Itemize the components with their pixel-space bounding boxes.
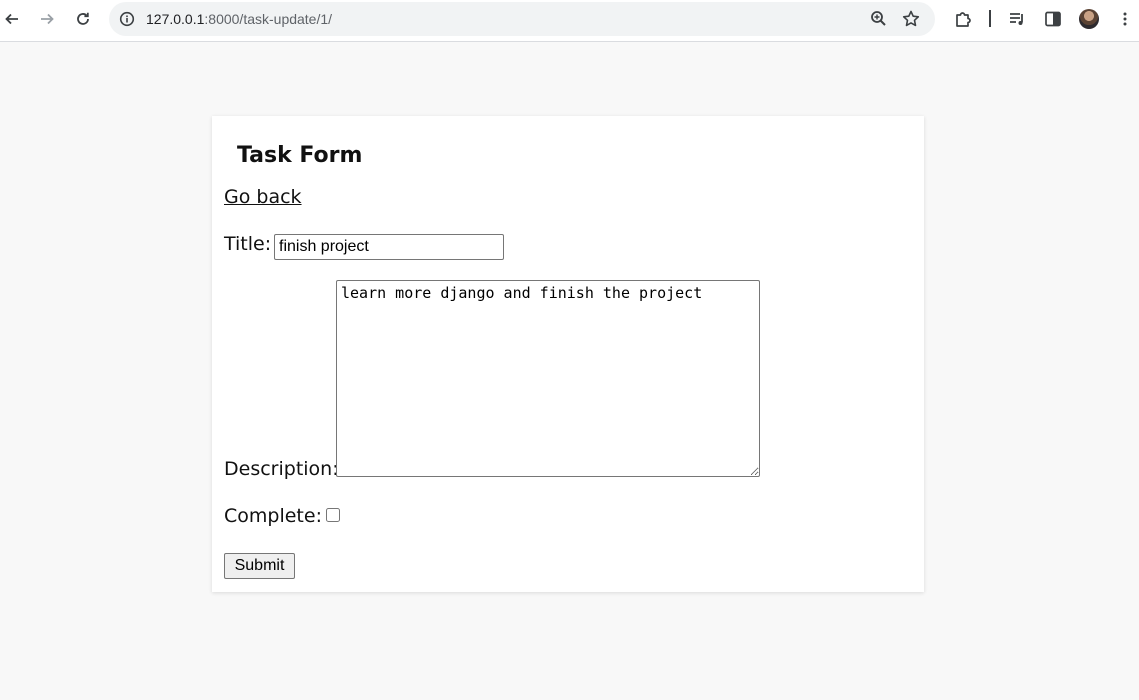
submit-button[interactable]: Submit bbox=[224, 553, 295, 579]
site-info-button[interactable] bbox=[117, 9, 137, 29]
side-panel-icon bbox=[1045, 11, 1061, 27]
description-textarea[interactable]: learn more django and finish the project bbox=[336, 280, 760, 477]
complete-label: Complete: bbox=[224, 505, 322, 527]
browser-toolbar: 127.0.0.1:8000/task-update/1/ bbox=[0, 0, 1139, 42]
profile-avatar[interactable] bbox=[1079, 9, 1099, 29]
url-text: 127.0.0.1:8000/task-update/1/ bbox=[146, 11, 332, 27]
menu-button[interactable] bbox=[1113, 7, 1137, 31]
toolbar-separator bbox=[989, 10, 991, 27]
arrow-left-icon bbox=[5, 13, 18, 25]
zoom-button[interactable] bbox=[869, 9, 889, 33]
media-control-button[interactable] bbox=[1005, 7, 1029, 31]
side-panel-button[interactable] bbox=[1041, 7, 1065, 31]
url-host: 127.0.0.1 bbox=[146, 11, 205, 27]
info-icon bbox=[119, 11, 135, 27]
title-input[interactable] bbox=[274, 234, 504, 260]
task-form-card: Task Form Go back Title: Description: le… bbox=[212, 116, 924, 592]
bookmark-button[interactable] bbox=[901, 9, 921, 33]
title-label: Title: bbox=[224, 233, 272, 255]
forward-button[interactable] bbox=[35, 7, 59, 31]
star-icon bbox=[902, 10, 920, 27]
kebab-menu-icon bbox=[1123, 12, 1127, 26]
puzzle-icon bbox=[956, 12, 971, 27]
reload-button[interactable] bbox=[71, 7, 95, 31]
page-title: Task Form bbox=[237, 143, 363, 168]
extensions-button[interactable] bbox=[951, 7, 975, 31]
zoom-icon bbox=[871, 11, 886, 26]
go-back-link[interactable]: Go back bbox=[224, 186, 302, 208]
url-path: :8000/task-update/1/ bbox=[204, 11, 333, 27]
complete-checkbox[interactable] bbox=[326, 508, 340, 522]
reload-icon bbox=[77, 12, 89, 25]
back-button[interactable] bbox=[0, 7, 24, 31]
address-bar[interactable]: 127.0.0.1:8000/task-update/1/ bbox=[109, 2, 935, 36]
description-label: Description: bbox=[224, 458, 339, 480]
arrow-right-icon bbox=[41, 13, 54, 25]
media-control-icon bbox=[1010, 13, 1023, 25]
